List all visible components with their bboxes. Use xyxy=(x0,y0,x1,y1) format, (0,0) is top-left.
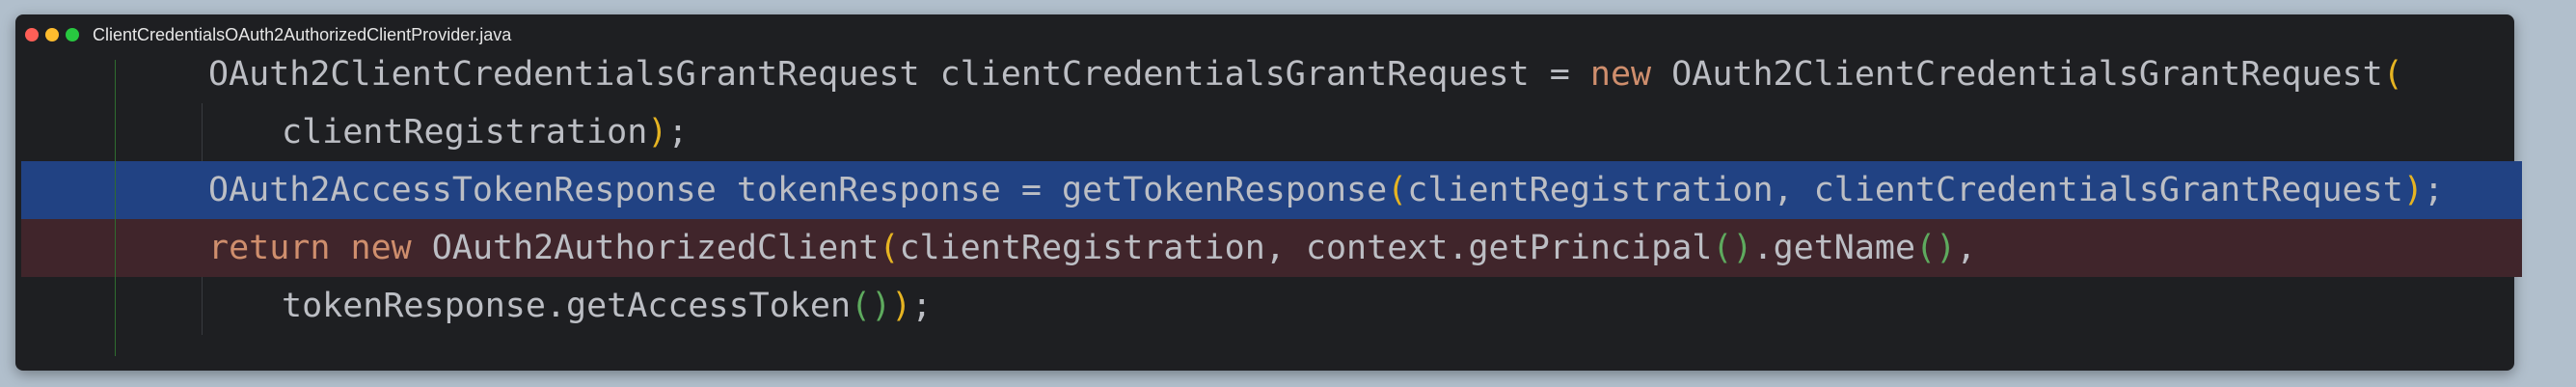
indent-guide xyxy=(202,103,203,161)
paren-open: ( xyxy=(879,229,900,267)
keyword-return: return xyxy=(208,229,331,267)
code-line-1[interactable]: OAuth2ClientCredentialsGrantRequest clie… xyxy=(21,45,2522,103)
close-window-button[interactable] xyxy=(25,28,39,41)
paren-open-inner: ( xyxy=(1915,229,1937,267)
keyword-new: new xyxy=(1589,55,1652,94)
code-text: clientRegistration, context.getPrincipal xyxy=(899,229,1713,267)
semicolon: ; xyxy=(2423,171,2444,209)
code-text: .getName xyxy=(1752,229,1916,267)
minimize-window-button[interactable] xyxy=(45,28,59,41)
comma: , xyxy=(1956,229,1977,267)
semicolon: ; xyxy=(667,113,689,152)
window-title: ClientCredentialsOAuth2AuthorizedClientP… xyxy=(93,25,512,44)
zoom-window-button[interactable] xyxy=(66,28,79,41)
code-text: clientRegistration xyxy=(282,113,648,152)
indent-guide xyxy=(202,277,203,335)
keyword-new: new xyxy=(350,229,412,267)
code-text: OAuth2AccessTokenResponse tokenResponse … xyxy=(208,171,1388,209)
paren-close-inner: ) xyxy=(1732,229,1753,267)
code-line-2[interactable]: clientRegistration); xyxy=(21,103,2522,161)
paren-close-inner: ) xyxy=(871,287,892,325)
code-text: OAuth2AuthorizedClient xyxy=(411,229,880,267)
code-editor[interactable]: OAuth2ClientCredentialsGrantRequest clie… xyxy=(21,45,2522,356)
code-text: OAuth2ClientCredentialsGrantRequest clie… xyxy=(208,55,1590,94)
paren-open: ( xyxy=(2382,55,2403,94)
paren-open-inner: ( xyxy=(1712,229,1733,267)
paren-open-inner: ( xyxy=(851,287,872,325)
code-text: OAuth2ClientCredentialsGrantRequest xyxy=(1651,55,2383,94)
paren-open: ( xyxy=(1387,171,1408,209)
code-text: tokenResponse.getAccessToken xyxy=(282,287,852,325)
paren-close: ) xyxy=(647,113,668,152)
indent-guide xyxy=(115,60,116,356)
paren-close-inner: ) xyxy=(1936,229,1957,267)
semicolon: ; xyxy=(911,287,933,325)
code-text: clientRegistration, clientCredentialsGra… xyxy=(1407,171,2403,209)
paren-close: ) xyxy=(2402,171,2424,209)
code-line-4-error[interactable]: return new OAuth2AuthorizedClient(client… xyxy=(21,219,2522,277)
code-line-3-selected[interactable]: OAuth2AccessTokenResponse tokenResponse … xyxy=(21,161,2522,219)
code-line-5[interactable]: tokenResponse.getAccessToken()); xyxy=(21,277,2522,335)
paren-close: ) xyxy=(891,287,912,325)
